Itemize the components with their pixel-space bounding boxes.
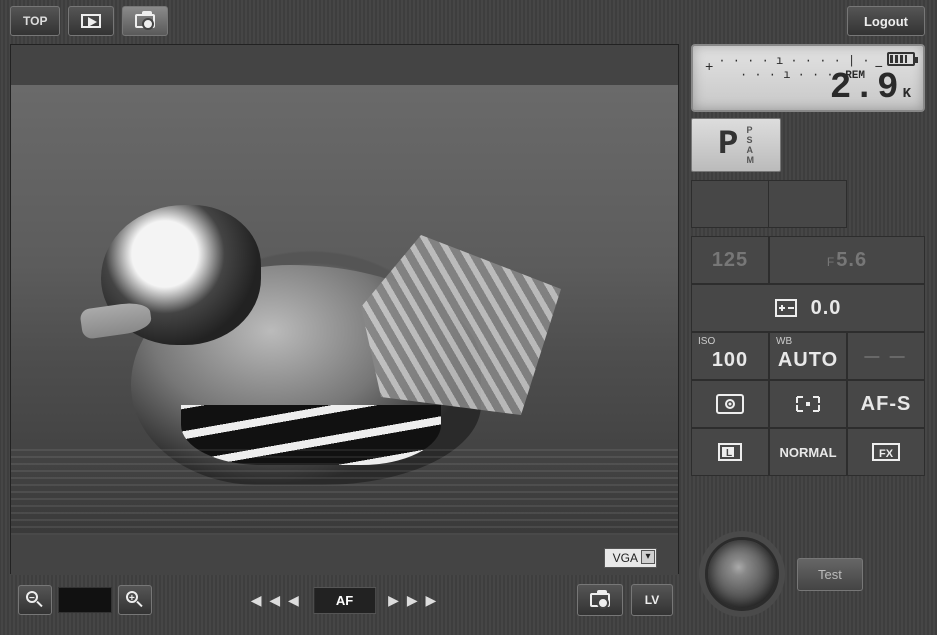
- live-view-toggle[interactable]: LV: [631, 584, 673, 616]
- remaining-value: 2.9K: [830, 67, 913, 108]
- letterbox-bottom: [11, 535, 678, 575]
- exposure-comp-value: 0.0: [811, 297, 842, 320]
- af-area-cell[interactable]: [769, 380, 847, 428]
- af-move-right[interactable]: ▶ ▶ ▶: [388, 592, 438, 609]
- live-view-image[interactable]: [11, 85, 678, 535]
- camera-icon: [135, 14, 155, 28]
- live-view-footer: VGA ▾ − + ◀ ◀ ◀ AF ▶ ▶ ▶ LV: [10, 576, 679, 624]
- shutter-speed-value: 125: [712, 249, 748, 272]
- zoom-out-button[interactable]: −: [18, 585, 52, 615]
- wb-label: WB: [776, 336, 792, 347]
- exposure-comp-cell[interactable]: 0.0: [691, 284, 925, 332]
- letterbox-top: [11, 45, 678, 85]
- zoom-out-icon: −: [26, 591, 44, 609]
- top-lcd: + · · · · ı · · · · | · · · · ı · · · · …: [691, 44, 925, 112]
- playback-button[interactable]: [68, 6, 114, 36]
- af-move-left[interactable]: ◀ ◀ ◀: [251, 592, 301, 609]
- zoom-level-track[interactable]: [58, 587, 112, 613]
- shutter-speed-cell[interactable]: [691, 180, 769, 228]
- iso-label: ISO: [698, 336, 715, 347]
- zoom-controls: − +: [18, 585, 152, 615]
- test-button[interactable]: Test: [797, 558, 863, 591]
- camera-status-panel: + · · · · ı · · · · | · · · · ı · · · · …: [691, 44, 925, 476]
- top-toolbar: TOP: [10, 6, 168, 36]
- camera-icon: [590, 593, 610, 607]
- exposure-mode-current: P: [718, 126, 738, 164]
- af-point-bar: ◀ ◀ ◀ AF ▶ ▶ ▶: [251, 587, 439, 614]
- zoom-in-button[interactable]: +: [118, 585, 152, 615]
- water-reflection: [11, 445, 678, 535]
- svg-text:FX: FX: [879, 448, 894, 460]
- af-mode-label[interactable]: AF: [313, 587, 376, 614]
- resolution-select[interactable]: VGA: [604, 548, 657, 568]
- aperture-prefix: F: [827, 255, 834, 269]
- iso-value: 100: [712, 349, 748, 372]
- af-area-icon: [793, 393, 823, 415]
- parameter-grid-main: 125 F5.6 0.0 ISO 100 WB AUTO — —: [691, 236, 925, 476]
- image-area-icon: FX: [871, 442, 901, 462]
- wb-value: AUTO: [778, 349, 838, 372]
- capture-button[interactable]: [577, 584, 623, 616]
- svg-text:L: L: [726, 448, 732, 459]
- image-size-icon: L: [716, 441, 744, 463]
- top-button[interactable]: TOP: [10, 6, 60, 36]
- shutter-area: Test: [691, 529, 925, 619]
- flash-comp-value: — —: [864, 348, 907, 365]
- aperture-value: 5.6: [836, 249, 867, 271]
- shutter-button[interactable]: [705, 537, 779, 611]
- image-quality-cell[interactable]: NORMAL: [769, 428, 847, 476]
- image-area-cell[interactable]: FX: [847, 428, 925, 476]
- exposure-mode-box[interactable]: P P S A M: [691, 118, 781, 172]
- live-view-panel: [10, 44, 679, 574]
- af-mode-value: AF-S: [861, 393, 912, 416]
- wb-cell[interactable]: WB AUTO: [769, 332, 847, 380]
- scale-plus: +: [705, 60, 713, 76]
- image-quality-value: NORMAL: [779, 445, 836, 460]
- battery-icon: [887, 52, 915, 66]
- logout-button[interactable]: Logout: [847, 6, 925, 36]
- aperture-cell[interactable]: F5.6: [769, 236, 925, 284]
- shutter-speed-cell[interactable]: 125: [691, 236, 769, 284]
- image-size-cell[interactable]: L: [691, 428, 769, 476]
- exposure-mode-options: P S A M: [746, 125, 754, 165]
- af-mode-cell[interactable]: AF-S: [847, 380, 925, 428]
- zoom-in-icon: +: [126, 591, 144, 609]
- exposure-comp-icon: [775, 299, 797, 317]
- camera-mode-button[interactable]: [122, 6, 168, 36]
- flash-comp-cell[interactable]: — —: [847, 332, 925, 380]
- metering-icon: [715, 393, 745, 415]
- play-icon: [81, 14, 101, 28]
- metering-cell[interactable]: [691, 380, 769, 428]
- lv-right-buttons: LV: [577, 584, 673, 616]
- iso-cell[interactable]: ISO 100: [691, 332, 769, 380]
- subject-feathers: [361, 235, 561, 415]
